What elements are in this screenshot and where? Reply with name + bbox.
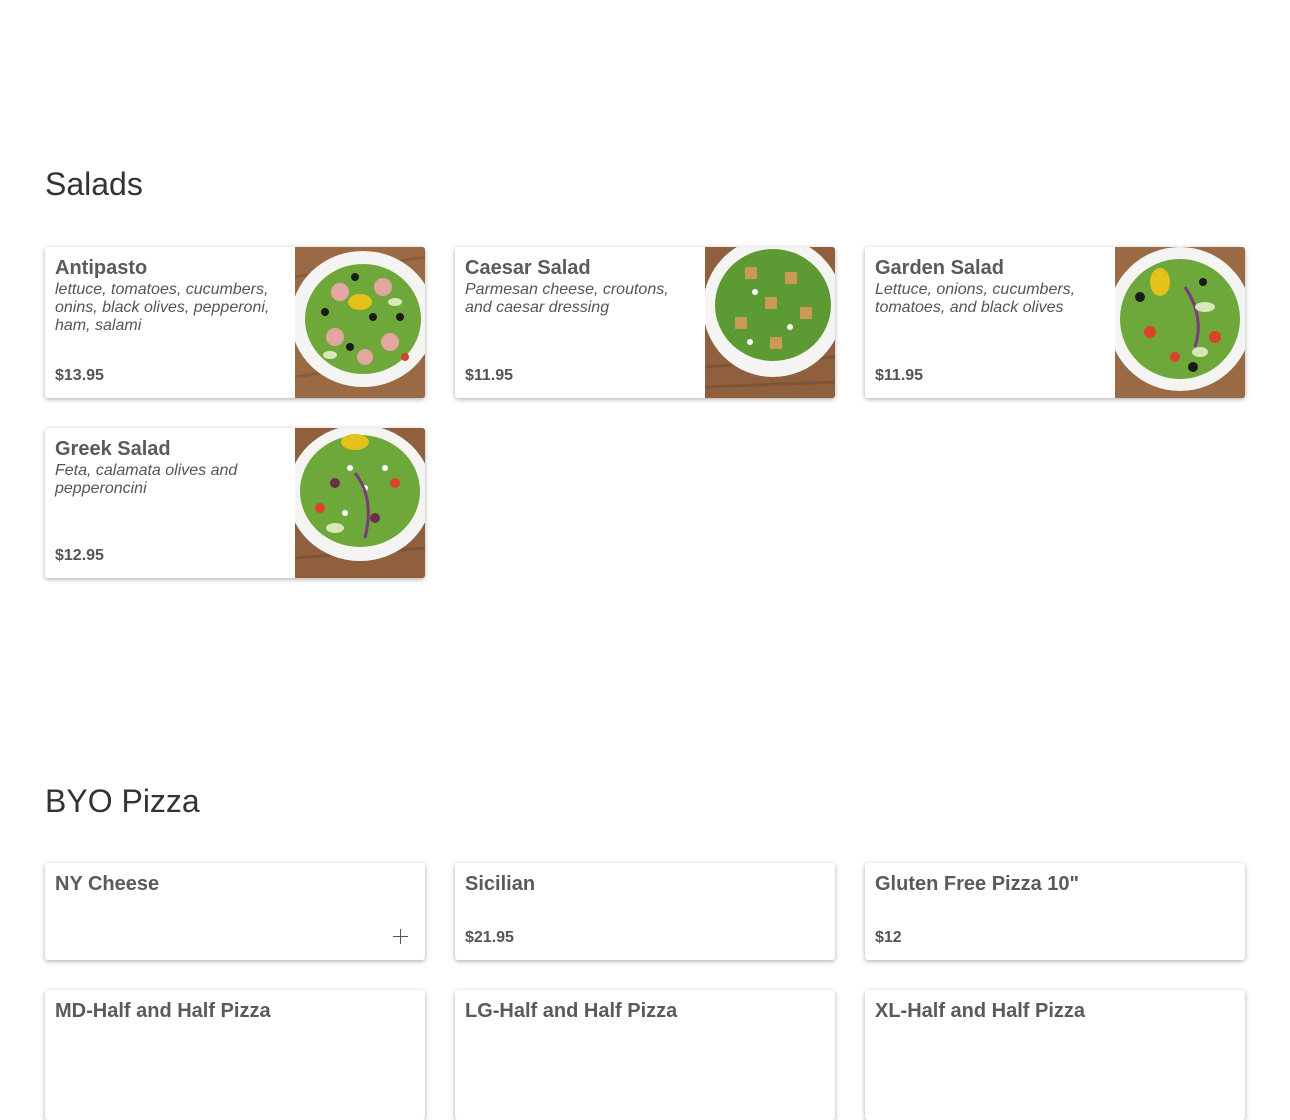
item-price: $13.95	[55, 367, 104, 384]
item-name: MD-Half and Half Pizza	[55, 1000, 271, 1022]
menu-item-garden-salad[interactable]: Garden Salad Lettuce, onions, cucumbers,…	[865, 247, 1245, 398]
item-name: Caesar Salad	[465, 257, 591, 279]
menu-item-sicilian[interactable]: Sicilian $21.95	[455, 863, 835, 960]
item-description: Parmesan cheese, croutons, and caesar dr…	[465, 281, 669, 316]
item-name: NY Cheese	[55, 873, 160, 895]
item-name: Garden Salad	[875, 257, 1004, 279]
item-name: Greek Salad	[55, 438, 171, 460]
menu-item-caesar-salad[interactable]: Caesar Salad Parmesan cheese, croutons, …	[455, 247, 835, 398]
item-name: LG-Half and Half Pizza	[465, 1000, 678, 1022]
section-title-byo-pizza: BYO Pizza	[45, 783, 200, 819]
section-title-salads: Salads	[45, 166, 143, 202]
item-description: Lettuce, onions, cucumbers, tomatoes, an…	[875, 281, 1076, 316]
menu-item-gluten-free-pizza[interactable]: Gluten Free Pizza 10" $12	[865, 863, 1245, 960]
item-name: Antipasto	[55, 257, 148, 279]
menu-item-md-half-and-half-pizza[interactable]: MD-Half and Half Pizza	[45, 990, 425, 1120]
garden-salad-photo	[1115, 247, 1245, 398]
item-price: $11.95	[465, 367, 514, 384]
greek-salad-photo	[295, 428, 425, 578]
menu-item-lg-half-and-half-pizza[interactable]: LG-Half and Half Pizza	[455, 990, 835, 1120]
item-price: $11.95	[875, 367, 924, 384]
menu-item-antipasto[interactable]: Antipasto lettuce, tomatoes, cucumbers, …	[45, 247, 425, 398]
item-price: $12.95	[55, 547, 104, 564]
item-name: Sicilian	[465, 873, 536, 895]
item-name: XL-Half and Half Pizza	[875, 1000, 1086, 1022]
caesar-salad-photo	[705, 247, 835, 398]
item-description: lettuce, tomatoes, cucumbers, onins, bla…	[55, 281, 270, 334]
item-price: $21.95	[465, 929, 514, 946]
menu-item-greek-salad[interactable]: Greek Salad Feta, calamata olives and pe…	[45, 428, 425, 578]
antipasto-salad-photo	[295, 247, 425, 398]
item-name: Gluten Free Pizza 10"	[875, 873, 1079, 895]
plus-icon[interactable]	[393, 929, 408, 944]
menu-item-ny-cheese[interactable]: NY Cheese	[45, 863, 425, 960]
item-price: $12	[875, 929, 902, 946]
item-description: Feta, calamata olives and pepperoncini	[55, 462, 238, 497]
menu-item-xl-half-and-half-pizza[interactable]: XL-Half and Half Pizza	[865, 990, 1245, 1120]
